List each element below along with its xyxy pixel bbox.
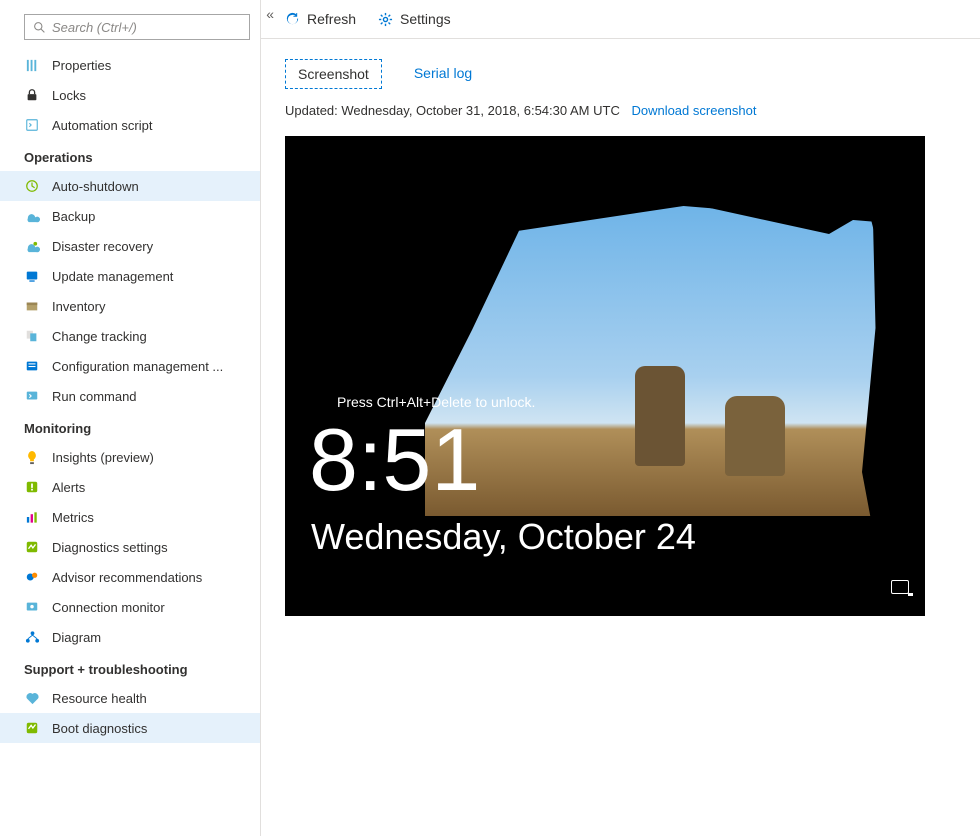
- update-icon: [24, 268, 40, 284]
- sidebar-item-label: Properties: [52, 58, 250, 73]
- search-icon: [33, 21, 46, 34]
- download-screenshot-link[interactable]: Download screenshot: [631, 103, 756, 118]
- boot-icon: [24, 720, 40, 736]
- sidebar-item-automation-script[interactable]: Automation script: [0, 110, 260, 140]
- change-icon: [24, 328, 40, 344]
- search-container: Search (Ctrl+/): [0, 0, 260, 50]
- alert-icon: [24, 479, 40, 495]
- refresh-button[interactable]: Refresh: [285, 11, 356, 27]
- settings-label: Settings: [400, 11, 451, 27]
- section-operations: Operations: [0, 140, 260, 171]
- properties-icon: [24, 57, 40, 73]
- script-icon: [24, 117, 40, 133]
- run-icon: [24, 388, 40, 404]
- toolbar: Refresh Settings: [261, 0, 980, 39]
- sidebar-item-change-tracking[interactable]: Change tracking: [0, 321, 260, 351]
- status-timestamp: Wednesday, October 31, 2018, 6:54:30 AM …: [341, 103, 619, 118]
- metrics-icon: [24, 509, 40, 525]
- health-icon: [24, 690, 40, 706]
- gear-icon: [378, 12, 393, 27]
- lockscreen-bg: [635, 366, 685, 466]
- sidebar-item-properties[interactable]: Properties: [0, 50, 260, 80]
- refresh-label: Refresh: [307, 11, 356, 27]
- sidebar-item-inventory[interactable]: Inventory: [0, 291, 260, 321]
- connmon-icon: [24, 599, 40, 615]
- sidebar-item-boot-diagnostics[interactable]: Boot diagnostics: [0, 713, 260, 743]
- sidebar-item-locks[interactable]: Locks: [0, 80, 260, 110]
- sidebar: « Search (Ctrl+/) Properties Locks Aut: [0, 0, 261, 836]
- sidebar-item-label: Automation script: [52, 118, 250, 133]
- sidebar-item-label: Locks: [52, 88, 250, 103]
- sidebar-item-run-command[interactable]: Run command: [0, 381, 260, 411]
- section-monitoring: Monitoring: [0, 411, 260, 442]
- tab-serial-log[interactable]: Serial log: [402, 59, 484, 89]
- network-icon: [891, 580, 909, 594]
- sidebar-item-label: Advisor recommendations: [52, 570, 250, 585]
- sidebar-item-label: Metrics: [52, 510, 250, 525]
- sidebar-item-connection-monitor[interactable]: Connection monitor: [0, 592, 260, 622]
- sidebar-item-label: Backup: [52, 209, 250, 224]
- sidebar-item-label: Disaster recovery: [52, 239, 250, 254]
- search-placeholder: Search (Ctrl+/): [52, 20, 137, 35]
- sidebar-item-auto-shutdown[interactable]: Auto-shutdown: [0, 171, 260, 201]
- sidebar-item-label: Configuration management ...: [52, 359, 250, 374]
- sidebar-item-backup[interactable]: Backup: [0, 201, 260, 231]
- sidebar-item-diagnostics-settings[interactable]: Diagnostics settings: [0, 532, 260, 562]
- status-prefix: Updated:: [285, 103, 341, 118]
- diagram-icon: [24, 629, 40, 645]
- sidebar-item-disaster-recovery[interactable]: Disaster recovery: [0, 231, 260, 261]
- sidebar-item-configuration-management[interactable]: Configuration management ...: [0, 351, 260, 381]
- config-icon: [24, 358, 40, 374]
- sidebar-item-label: Update management: [52, 269, 250, 284]
- diag-icon: [24, 539, 40, 555]
- sidebar-item-diagram[interactable]: Diagram: [0, 622, 260, 652]
- bulb-icon: [24, 449, 40, 465]
- sidebar-item-label: Run command: [52, 389, 250, 404]
- sidebar-item-label: Auto-shutdown: [52, 179, 250, 194]
- sidebar-nav[interactable]: Properties Locks Automation script Opera…: [0, 50, 260, 836]
- sidebar-item-label: Insights (preview): [52, 450, 250, 465]
- lockscreen-bg: [425, 206, 895, 516]
- clock-icon: [24, 178, 40, 194]
- sidebar-item-label: Change tracking: [52, 329, 250, 344]
- lockscreen-prompt: Press Ctrl+Alt+Delete to unlock.: [337, 394, 535, 410]
- sidebar-item-label: Inventory: [52, 299, 250, 314]
- sidebar-item-advisor[interactable]: Advisor recommendations: [0, 562, 260, 592]
- backup-icon: [24, 208, 40, 224]
- inventory-icon: [24, 298, 40, 314]
- main-content: Refresh Settings Screenshot Serial log U…: [261, 0, 980, 836]
- sidebar-item-update-management[interactable]: Update management: [0, 261, 260, 291]
- settings-button[interactable]: Settings: [378, 11, 451, 27]
- sidebar-item-label: Alerts: [52, 480, 250, 495]
- recovery-icon: [24, 238, 40, 254]
- refresh-icon: [285, 12, 300, 27]
- sidebar-item-metrics[interactable]: Metrics: [0, 502, 260, 532]
- sidebar-item-insights[interactable]: Insights (preview): [0, 442, 260, 472]
- lockscreen-time: 8:51: [309, 416, 480, 504]
- sidebar-item-label: Diagnostics settings: [52, 540, 250, 555]
- tab-screenshot[interactable]: Screenshot: [285, 59, 382, 89]
- screenshot-container: Press Ctrl+Alt+Delete to unlock. 8:51 We…: [285, 136, 980, 616]
- sidebar-item-label: Boot diagnostics: [52, 721, 250, 736]
- advisor-icon: [24, 569, 40, 585]
- section-support: Support + troubleshooting: [0, 652, 260, 683]
- sidebar-item-label: Diagram: [52, 630, 250, 645]
- lock-icon: [24, 87, 40, 103]
- lockscreen-date: Wednesday, October 24: [311, 516, 696, 558]
- lockscreen-bg: [725, 396, 785, 476]
- search-input[interactable]: Search (Ctrl+/): [24, 14, 250, 40]
- sidebar-item-label: Resource health: [52, 691, 250, 706]
- tabs: Screenshot Serial log: [261, 39, 980, 89]
- sidebar-item-label: Connection monitor: [52, 600, 250, 615]
- collapse-sidebar-button[interactable]: «: [266, 6, 274, 22]
- sidebar-item-alerts[interactable]: Alerts: [0, 472, 260, 502]
- status-line: Updated: Wednesday, October 31, 2018, 6:…: [261, 89, 980, 118]
- sidebar-item-resource-health[interactable]: Resource health: [0, 683, 260, 713]
- vm-screenshot: Press Ctrl+Alt+Delete to unlock. 8:51 We…: [285, 136, 925, 616]
